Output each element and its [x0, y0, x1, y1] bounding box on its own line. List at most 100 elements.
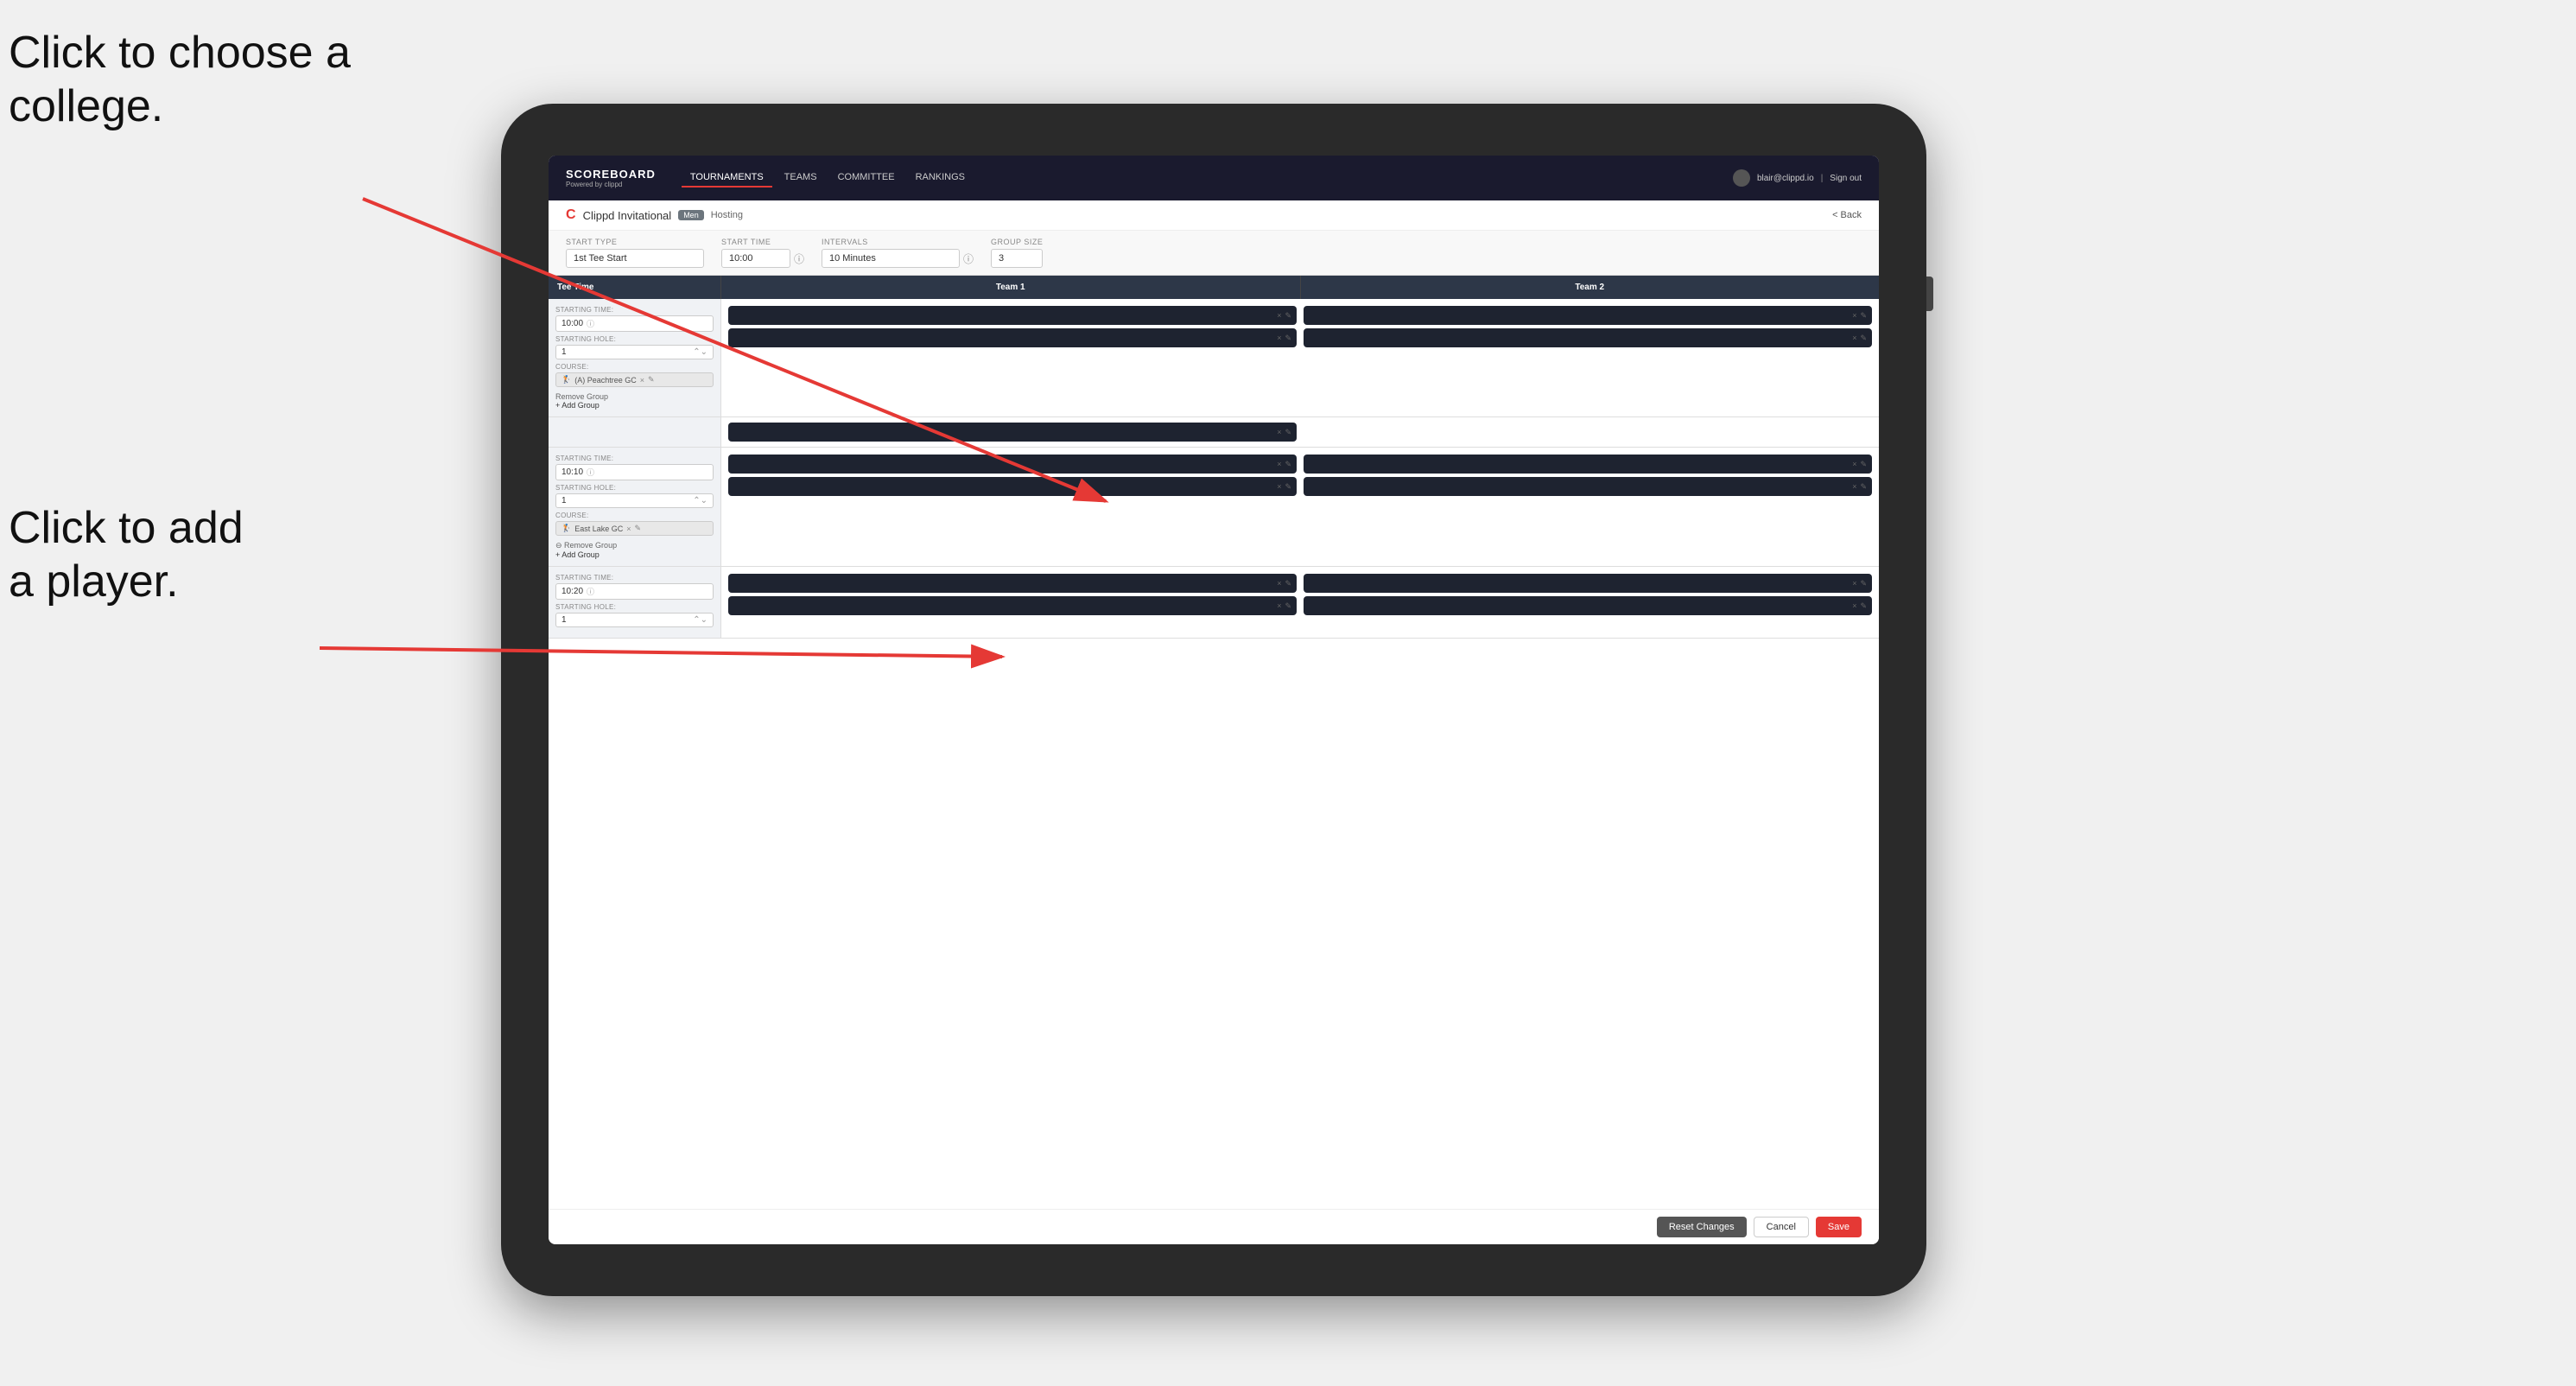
slot-edit-icon-6[interactable]: ✎ [1285, 460, 1291, 469]
start-time-input[interactable] [721, 249, 790, 268]
starting-time-label-2: STARTING TIME: [555, 455, 714, 462]
nav-link-rankings[interactable]: RANKINGS [907, 168, 974, 188]
course-extra-left-1 [549, 417, 721, 447]
start-type-select[interactable]: 1st Tee Start [566, 249, 704, 268]
slot-x-icon-9[interactable]: × [1852, 482, 1856, 491]
player-slot-t2-1a[interactable]: × ✎ [1304, 306, 1872, 325]
breadcrumb-title: Clippd Invitational [583, 209, 672, 222]
course-remove-1[interactable]: × [640, 376, 644, 385]
nav-link-committee[interactable]: COMMITTEE [829, 168, 904, 188]
starting-time-info-2: ⓘ [587, 467, 594, 478]
starting-time-input-1[interactable]: 10:00 ⓘ [555, 315, 714, 332]
table-header: Tee Time Team 1 Team 2 [549, 276, 1879, 299]
slot-x-icon-2[interactable]: × [1277, 334, 1281, 342]
hole-stepper-1[interactable]: ⌃⌄ [693, 347, 707, 357]
course-label-1: COURSE: [555, 363, 714, 371]
player-slot-t2-2b[interactable]: × ✎ [1304, 477, 1872, 496]
slot-edit-icon-10[interactable]: ✎ [1285, 579, 1291, 588]
start-time-label: Start Time [721, 238, 804, 246]
slot-edit-icon-8[interactable]: ✎ [1860, 460, 1867, 469]
starting-time-input-3[interactable]: 10:20 ⓘ [555, 583, 714, 600]
intervals-select[interactable]: 10 Minutes [822, 249, 960, 268]
group-size-label: Group Size [991, 238, 1043, 246]
slot-x-icon-8[interactable]: × [1852, 460, 1856, 468]
brand-title: SCOREBOARD [566, 168, 656, 181]
starting-hole-input-2[interactable]: 1 ⌃⌄ [555, 493, 714, 508]
starting-time-field-1: STARTING TIME: 10:00 ⓘ [555, 306, 714, 332]
slot-edit-icon-9[interactable]: ✎ [1860, 482, 1867, 492]
save-button[interactable]: Save [1816, 1217, 1862, 1237]
sign-out-link[interactable]: Sign out [1830, 174, 1862, 183]
col-tee-time: Tee Time [549, 276, 721, 299]
remove-group-2[interactable]: ⊖ Remove Group [555, 541, 714, 550]
slot-x-icon[interactable]: × [1277, 311, 1281, 320]
add-group-2[interactable]: + Add Group [555, 550, 714, 559]
slot-x-icon-12[interactable]: × [1852, 579, 1856, 588]
course-remove-2[interactable]: × [626, 525, 631, 533]
player-slot-t2-2a[interactable]: × ✎ [1304, 455, 1872, 474]
slot-edit-icon-4[interactable]: ✎ [1860, 334, 1867, 343]
player-slot-t1-1b[interactable]: × ✎ [728, 328, 1297, 347]
nav-link-teams[interactable]: TEAMS [776, 168, 826, 188]
slot-x-icon-6[interactable]: × [1277, 460, 1281, 468]
slot-x-icon-10[interactable]: × [1277, 579, 1281, 588]
group-row-3: STARTING TIME: 10:20 ⓘ STARTING HOLE: 1 … [549, 567, 1879, 639]
reset-button[interactable]: Reset Changes [1657, 1217, 1747, 1237]
col-team1: Team 1 [721, 276, 1301, 299]
hole-stepper-2[interactable]: ⌃⌄ [693, 496, 707, 505]
course-tag-2[interactable]: 🏌 East Lake GC × ✎ [555, 521, 714, 536]
player-slot-t2-1b[interactable]: × ✎ [1304, 328, 1872, 347]
annotation-bottom: Click to add a player. [9, 501, 244, 609]
team1-col-2: × ✎ × ✎ [728, 455, 1297, 559]
course-extra-team1-1: × ✎ [728, 423, 1297, 442]
slot-x-icon-5[interactable]: × [1277, 428, 1281, 436]
slot-edit-icon-7[interactable]: ✎ [1285, 482, 1291, 492]
player-slot-t1-3a[interactable]: × ✎ [728, 574, 1297, 593]
slot-edit-icon-5[interactable]: ✎ [1285, 428, 1291, 437]
starting-hole-input-1[interactable]: 1 ⌃⌄ [555, 345, 714, 359]
player-slot-t1-1a[interactable]: × ✎ [728, 306, 1297, 325]
slot-edit-icon-2[interactable]: ✎ [1285, 334, 1291, 343]
hole-stepper-3[interactable]: ⌃⌄ [693, 615, 707, 625]
starting-time-input-2[interactable]: 10:10 ⓘ [555, 464, 714, 480]
breadcrumb-bar: C Clippd Invitational Men Hosting < Back [549, 200, 1879, 231]
slot-x-icon-4[interactable]: × [1852, 334, 1856, 342]
course-tag-1[interactable]: 🏌 (A) Peachtree GC × ✎ [555, 372, 714, 387]
slot-x-icon-3[interactable]: × [1852, 311, 1856, 320]
cancel-button[interactable]: Cancel [1754, 1217, 1809, 1237]
remove-group-1[interactable]: Remove Group [555, 392, 714, 401]
add-group-1[interactable]: + Add Group [555, 401, 714, 410]
player-slot-t1-2b[interactable]: × ✎ [728, 477, 1297, 496]
player-slot-t2-3a[interactable]: × ✎ [1304, 574, 1872, 593]
course-edit-1[interactable]: ✎ [648, 375, 655, 385]
breadcrumb-left: C Clippd Invitational Men Hosting [566, 207, 743, 223]
slot-x-icon-13[interactable]: × [1852, 601, 1856, 610]
slot-edit-icon[interactable]: ✎ [1285, 311, 1291, 321]
course-extra-team2-1 [1304, 423, 1872, 442]
starting-time-info-3: ⓘ [587, 586, 594, 597]
group-size-select[interactable]: 3 [991, 249, 1043, 268]
course-extra-row-1: × ✎ [549, 417, 1879, 448]
player-slot-t1-3b[interactable]: × ✎ [728, 596, 1297, 615]
starting-time-field-3: STARTING TIME: 10:20 ⓘ [555, 574, 714, 600]
back-button[interactable]: < Back [1832, 210, 1862, 220]
slot-x-icon-7[interactable]: × [1277, 482, 1281, 491]
player-slot-t2-3b[interactable]: × ✎ [1304, 596, 1872, 615]
tablet-frame: SCOREBOARD Powered by clippd TOURNAMENTS… [501, 104, 1926, 1296]
player-slot-extra-t1[interactable]: × ✎ [728, 423, 1297, 442]
group-left-2: STARTING TIME: 10:10 ⓘ STARTING HOLE: 1 … [549, 448, 721, 566]
course-label-2: COURSE: [555, 512, 714, 519]
slot-x-icon-11[interactable]: × [1277, 601, 1281, 610]
slot-edit-icon-13[interactable]: ✎ [1860, 601, 1867, 611]
starting-time-label-3: STARTING TIME: [555, 574, 714, 582]
slot-edit-icon-3[interactable]: ✎ [1860, 311, 1867, 321]
nav-link-tournaments[interactable]: TOURNAMENTS [682, 168, 772, 188]
starting-hole-input-3[interactable]: 1 ⌃⌄ [555, 613, 714, 627]
player-slot-t1-2a[interactable]: × ✎ [728, 455, 1297, 474]
slot-edit-icon-11[interactable]: ✎ [1285, 601, 1291, 611]
slot-edit-icon-12[interactable]: ✎ [1860, 579, 1867, 588]
breadcrumb-hosting: Hosting [711, 210, 743, 220]
avatar [1733, 169, 1750, 187]
course-edit-2[interactable]: ✎ [635, 524, 642, 533]
starting-hole-label-3: STARTING HOLE: [555, 603, 714, 611]
